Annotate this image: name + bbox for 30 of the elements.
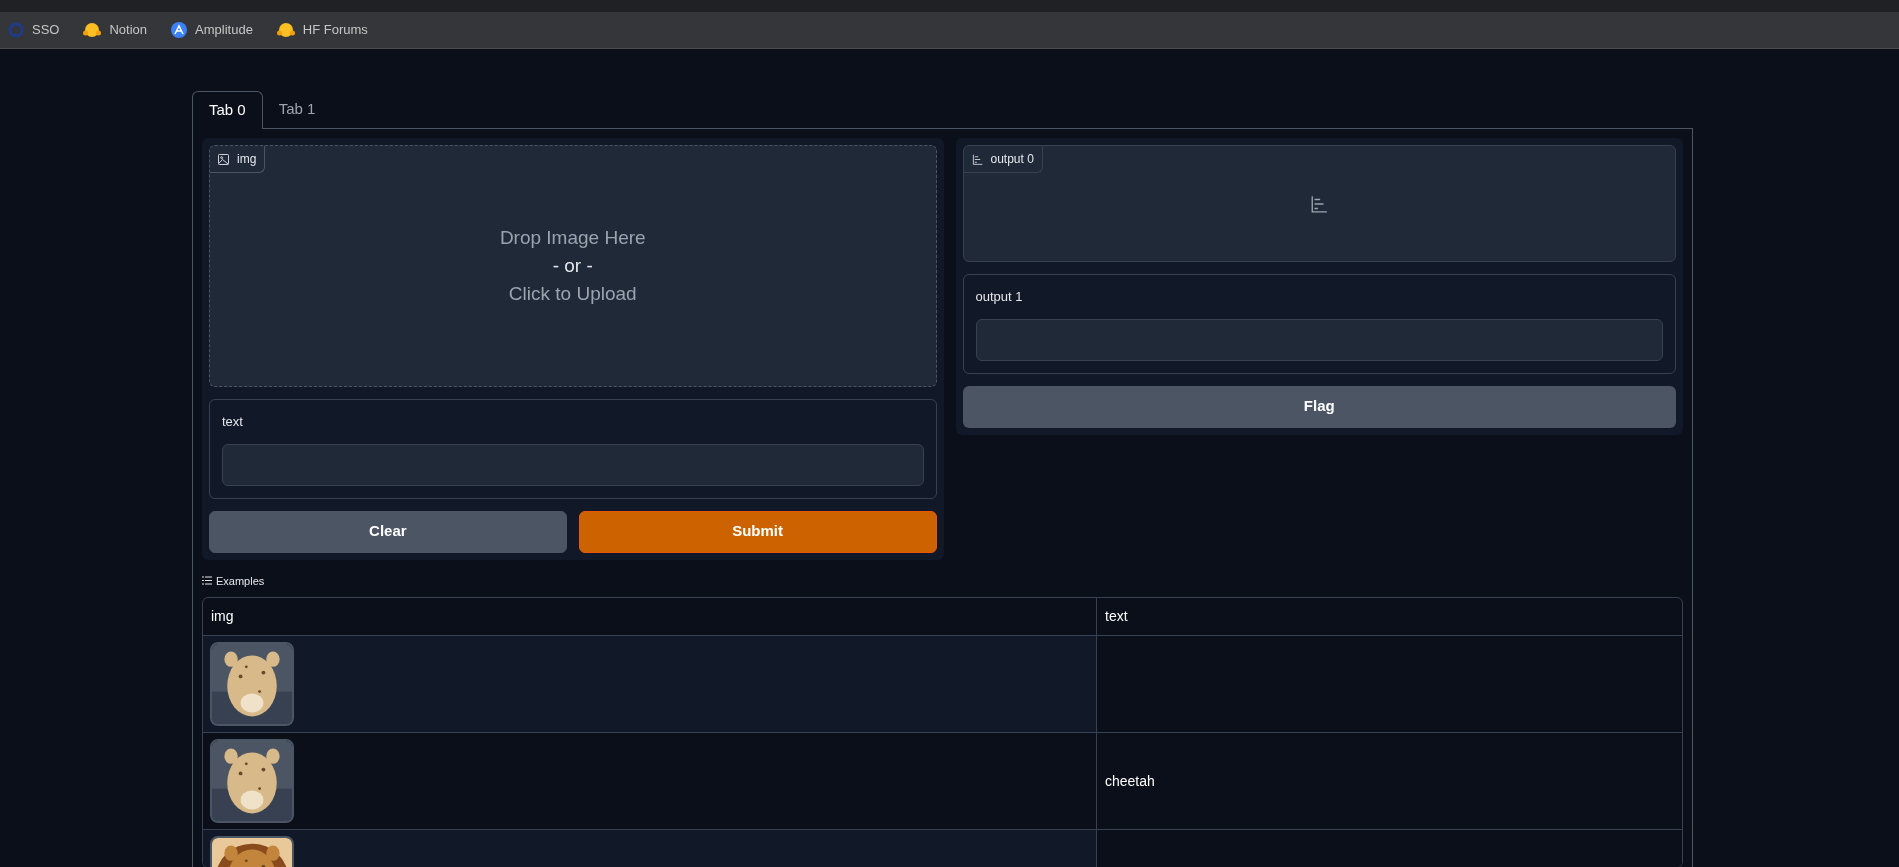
bookmark-link[interactable]: Notion (83, 20, 148, 40)
text-label: text (222, 413, 244, 431)
upload-prompt: Drop Image Here (499, 226, 646, 250)
image-drop-zone[interactable]: img Drop Image Here - or - Click to Upload (209, 145, 937, 387)
column-header: img (203, 598, 1097, 635)
output-text-label: output 1 (975, 288, 1024, 306)
table-cell-text: cheetah (1105, 771, 1155, 791)
column-header: text (1104, 607, 1129, 626)
upload-prompt: - or - (552, 254, 593, 278)
example-row[interactable] (203, 636, 1682, 733)
letter-a-icon (171, 22, 188, 38)
bar-chart-icon (1310, 194, 1329, 213)
upload-prompt: Click to Upload (508, 282, 637, 306)
flag-button[interactable]: Flag (962, 385, 1676, 428)
image-icon (218, 153, 229, 165)
list-icon (202, 576, 212, 586)
example-row[interactable]: cheetah (203, 733, 1682, 830)
examples-label: Examples (216, 573, 265, 589)
ring-icon (8, 22, 24, 38)
image-label-text: img (237, 151, 257, 168)
bar-chart-icon (971, 153, 983, 165)
bookmark-link[interactable]: SSO (8, 20, 60, 40)
clear-button[interactable]: Clear (209, 510, 567, 553)
tab[interactable]: Tab 0 (192, 91, 263, 129)
tab[interactable]: Tab 1 (262, 90, 332, 128)
text-field[interactable] (222, 443, 924, 486)
output-label-text: output 0 (990, 151, 1034, 168)
submit-button[interactable]: Submit (578, 510, 937, 553)
bookmark-link[interactable]: Amplitude (171, 20, 253, 40)
bookmark-link[interactable]: HF Forums (276, 20, 368, 40)
